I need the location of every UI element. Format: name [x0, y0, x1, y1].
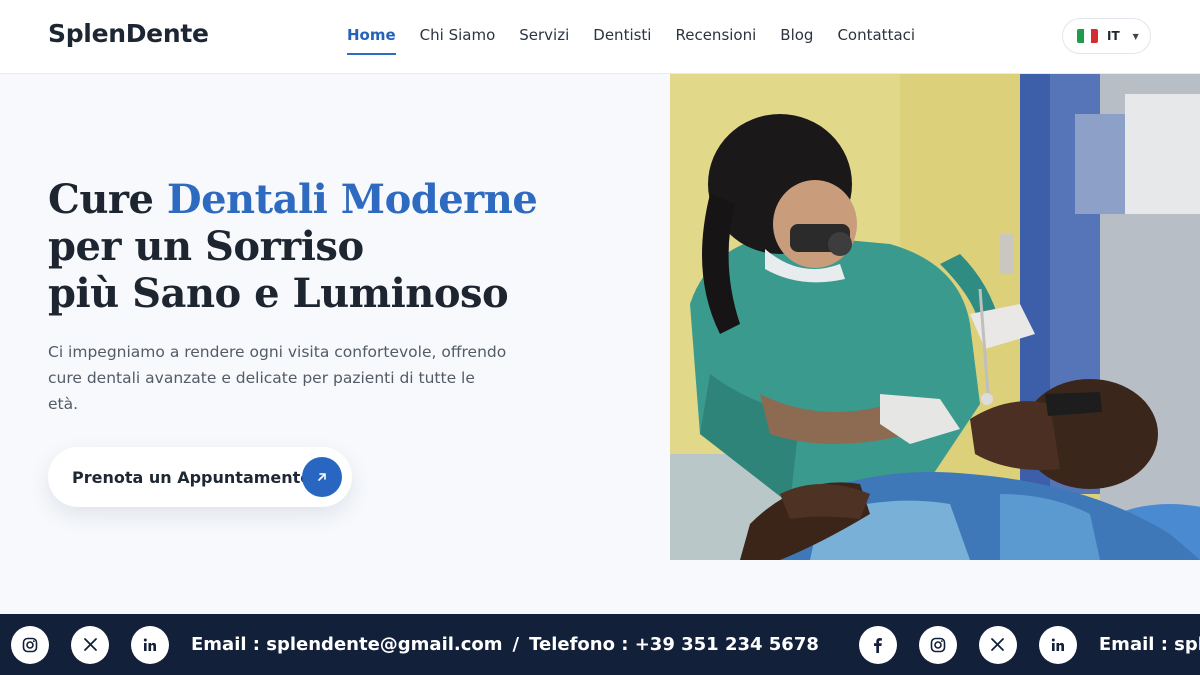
main-nav: Home Chi Siamo Servizi Dentisti Recensio… — [347, 26, 915, 55]
hero-title-line3: più Sano e Luminoso — [48, 270, 509, 317]
dentist-treating-patient-image — [670, 74, 1200, 560]
brand-logo[interactable]: SplenDente — [48, 19, 209, 48]
nav-item-home[interactable]: Home — [347, 26, 396, 55]
contact-phone[interactable]: Telefono : +39 351 234 5678 — [529, 634, 819, 655]
contact-info: Email : splendente@gmail.com / Telefono : … — [191, 634, 819, 655]
linkedin-icon-repeat[interactable] — [1038, 625, 1077, 664]
ticker-track: Email : splendente@gmail.com / Telefono : … — [11, 614, 1200, 675]
nav-item-chi-siamo[interactable]: Chi Siamo — [420, 26, 496, 55]
language-selector[interactable]: IT ▼ — [1062, 18, 1151, 54]
nav-item-blog[interactable]: Blog — [780, 26, 813, 55]
hero-title-accent: Dentali Moderne — [166, 176, 538, 223]
contact-ticker-bar: Email : splendente@gmail.com / Telefono : … — [0, 614, 1200, 675]
nav-item-servizi[interactable]: Servizi — [519, 26, 569, 55]
book-appointment-button[interactable]: Prenota un Appuntamento — [48, 447, 352, 507]
caret-down-icon: ▼ — [1132, 31, 1139, 41]
book-appointment-label: Prenota un Appuntamento — [72, 467, 312, 487]
contact-separator: / — [512, 634, 520, 655]
x-icon-repeat[interactable] — [978, 625, 1017, 664]
facebook-icon[interactable] — [858, 625, 897, 664]
language-code: IT — [1107, 29, 1120, 43]
linkedin-icon[interactable] — [131, 625, 169, 664]
arrow-up-right-icon — [302, 457, 342, 497]
nav-item-dentisti[interactable]: Dentisti — [593, 26, 651, 55]
italy-flag-icon — [1077, 29, 1098, 43]
hero-title-line2: per un Sorriso — [48, 223, 364, 270]
hero-description: Ci impegniamo a rendere ogni visita conf… — [48, 343, 507, 413]
contact-email[interactable]: Email : splendente@gmail.com — [191, 634, 503, 655]
contact-email-repeat[interactable]: Email : splendente@ — [1099, 634, 1200, 655]
instagram-icon[interactable] — [11, 625, 49, 664]
site-header: SplenDente Home Chi Siamo Servizi Dentis… — [0, 0, 1200, 74]
nav-item-contattaci[interactable]: Contattaci — [837, 26, 915, 55]
x-icon[interactable] — [71, 625, 109, 664]
instagram-icon-repeat[interactable] — [918, 625, 957, 664]
hero-title-part1: Cure — [48, 176, 167, 223]
hero-title: Cure Dentali Moderne per un Sorriso più … — [48, 176, 648, 317]
nav-item-recensioni[interactable]: Recensioni — [675, 26, 756, 55]
